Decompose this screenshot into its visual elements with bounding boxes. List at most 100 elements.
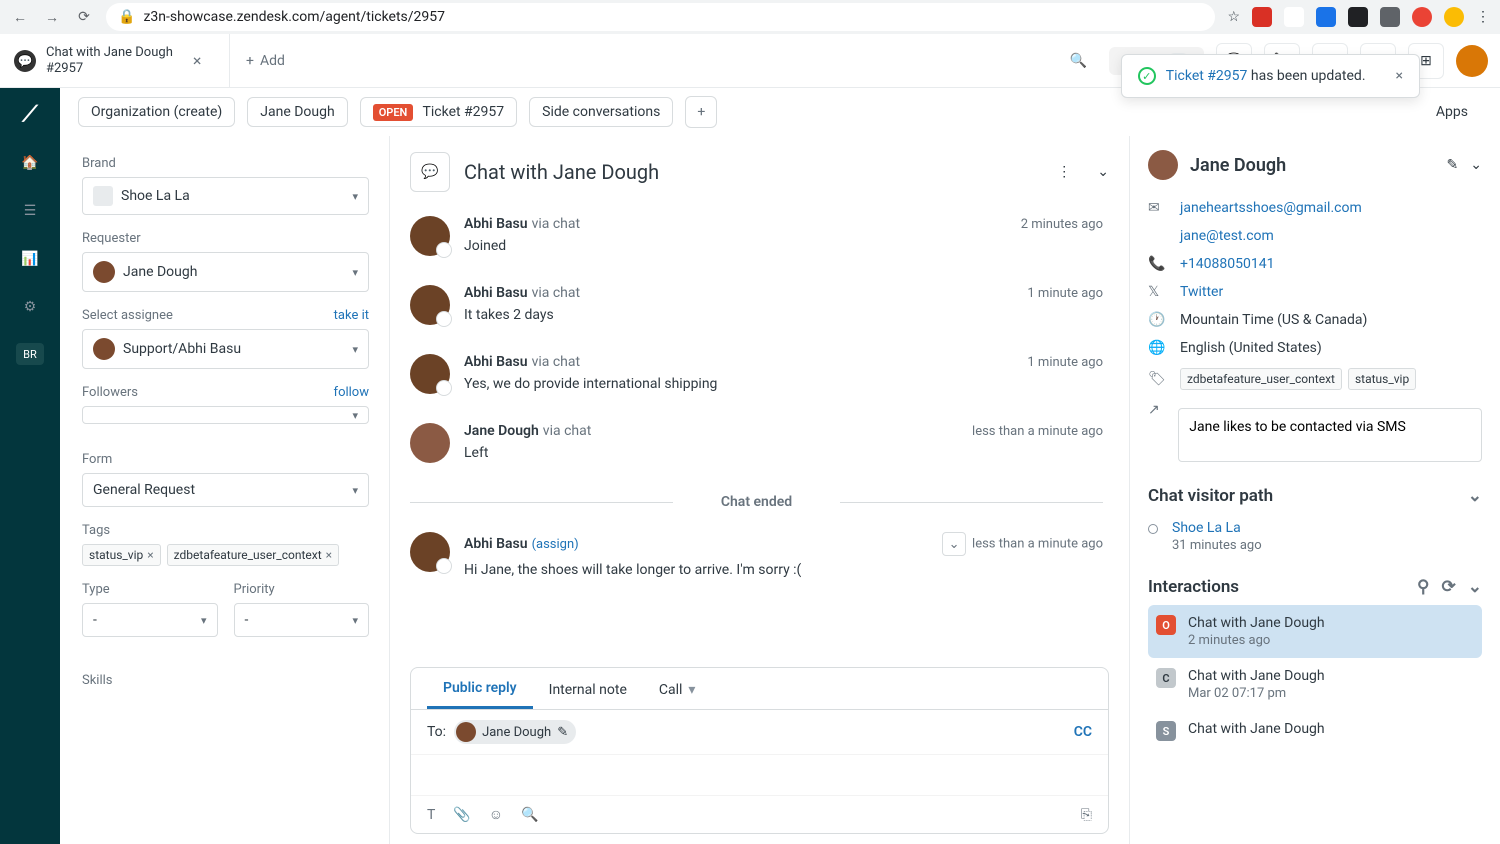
to-field: To: Jane Dough ✎ CC: [411, 710, 1108, 755]
agent-avatar: [410, 216, 450, 256]
assign-link[interactable]: (assign): [532, 537, 579, 552]
tag-item[interactable]: zdbetafeature_user_context×: [167, 544, 339, 566]
message-item: Abhi Basuvia chat1 minute ago Yes, we do…: [410, 344, 1103, 413]
brand-badge[interactable]: BR: [16, 343, 44, 365]
user-notes[interactable]: [1178, 408, 1482, 462]
cc-link[interactable]: CC: [1074, 724, 1092, 740]
phone-icon: 📞: [1148, 256, 1166, 272]
recipient-pill[interactable]: Jane Dough ✎: [454, 720, 576, 744]
views-icon[interactable]: ☰: [18, 199, 42, 223]
forward-button[interactable]: →: [42, 7, 62, 27]
chevron-down-icon: ▾: [688, 682, 695, 698]
user-email-2[interactable]: jane@test.com: [1180, 228, 1274, 244]
edit-user-icon[interactable]: ✎: [1447, 157, 1459, 173]
tab-call[interactable]: Call▾: [643, 668, 712, 709]
collapse-thread-icon[interactable]: ⌄: [1097, 164, 1109, 180]
requester-select[interactable]: Jane Dough: [82, 252, 369, 292]
user-name: Jane Dough: [1190, 155, 1435, 176]
url-text: z3n-showcase.zendesk.com/agent/tickets/2…: [143, 9, 445, 25]
requester-avatar: [410, 423, 450, 463]
search-icon[interactable]: 🔍: [1060, 53, 1097, 69]
apps-toggle[interactable]: Apps: [1422, 98, 1482, 126]
requester-chip[interactable]: Jane Dough: [247, 97, 347, 127]
ext-puzzle-icon[interactable]: [1380, 7, 1400, 27]
form-select[interactable]: General Request: [82, 473, 369, 507]
admin-gear-icon[interactable]: ⚙: [18, 295, 42, 319]
emoji-icon[interactable]: ☺: [489, 806, 503, 823]
url-bar[interactable]: 🔒 z3n-showcase.zendesk.com/agent/tickets…: [106, 3, 1215, 31]
requester-label: Requester: [82, 231, 369, 246]
take-it-link[interactable]: take it: [334, 308, 369, 323]
side-conversations-chip[interactable]: Side conversations: [529, 97, 673, 127]
ext-calendar-icon[interactable]: [1316, 7, 1336, 27]
reporting-icon[interactable]: 📊: [18, 247, 42, 271]
interactions-header: Interactions ⚲ ⟳ ⌄: [1148, 559, 1482, 605]
ext-camera-icon[interactable]: [1348, 7, 1368, 27]
attachment-icon[interactable]: 📎: [453, 807, 470, 823]
remove-tag-icon[interactable]: ×: [326, 548, 332, 562]
interaction-item[interactable]: O Chat with Jane Dough2 minutes ago: [1148, 605, 1482, 658]
tag-item[interactable]: status_vip×: [82, 544, 161, 566]
visitor-path-item[interactable]: Shoe La La 31 minutes ago: [1148, 514, 1482, 559]
user-email[interactable]: janeheartsshoes@gmail.com: [1180, 200, 1362, 216]
follow-link[interactable]: follow: [334, 385, 369, 400]
filter-icon[interactable]: ⚲: [1417, 577, 1429, 597]
remove-tag-icon[interactable]: ×: [147, 548, 153, 562]
close-icon[interactable]: ×: [193, 51, 202, 70]
building-icon: [93, 186, 113, 206]
brand-select[interactable]: Shoe La La: [82, 177, 369, 215]
assignee-avatar: [93, 338, 115, 360]
add-tab-button[interactable]: + Add: [230, 53, 301, 69]
collapse-user-icon[interactable]: ⌄: [1470, 157, 1482, 173]
thread-menu-icon[interactable]: ⋮: [1057, 164, 1071, 180]
tab-title: Chat with Jane Dough: [46, 45, 173, 61]
interaction-item[interactable]: S Chat with Jane Dough: [1148, 711, 1482, 751]
toast-ticket-link[interactable]: Ticket #2957: [1166, 68, 1248, 84]
ext-abp-icon[interactable]: [1252, 7, 1272, 27]
zendesk-logo-icon[interactable]: ⟋: [22, 102, 37, 127]
user-twitter[interactable]: Twitter: [1180, 284, 1223, 300]
chevron-down-icon[interactable]: ⌄: [1468, 486, 1482, 506]
nav-rail: ⟋ 🏠 ☰ 📊 ⚙ BR: [0, 88, 60, 844]
profile-avatar-icon[interactable]: [1444, 7, 1464, 27]
agent-avatar: [410, 354, 450, 394]
brand-label: Brand: [82, 156, 369, 171]
add-side-conversation[interactable]: +: [685, 96, 717, 128]
followers-input[interactable]: [82, 406, 369, 424]
chevron-down-icon[interactable]: ⌄: [1468, 577, 1482, 597]
org-chip[interactable]: Organization (create): [78, 97, 235, 127]
visitor-path-header[interactable]: Chat visitor path ⌄: [1148, 468, 1482, 514]
tab-internal-note[interactable]: Internal note: [533, 668, 643, 709]
search-kb-icon[interactable]: 🔍: [521, 807, 538, 823]
user-phone[interactable]: +14088050141: [1180, 256, 1275, 272]
ext-t-icon[interactable]: [1412, 7, 1432, 27]
reload-button[interactable]: ⟳: [74, 7, 94, 27]
status-badge: OPEN: [373, 104, 414, 121]
type-select[interactable]: -: [82, 603, 218, 637]
user-timezone: Mountain Time (US & Canada): [1180, 312, 1367, 328]
bookmark-icon[interactable]: ☆: [1227, 9, 1240, 25]
extension-tray: ☆ ⋮: [1227, 7, 1490, 27]
ext-wand-icon[interactable]: [1284, 7, 1304, 27]
interaction-item[interactable]: C Chat with Jane DoughMar 02 07:17 pm: [1148, 658, 1482, 711]
refresh-icon[interactable]: ⟳: [1442, 577, 1456, 597]
format-text-icon[interactable]: T: [427, 807, 435, 823]
close-toast-icon[interactable]: ×: [1396, 68, 1403, 84]
reply-input[interactable]: [411, 755, 1108, 795]
active-ticket-tab[interactable]: 💬 Chat with Jane Dough #2957 ×: [0, 34, 230, 87]
tab-public-reply[interactable]: Public reply: [427, 668, 533, 709]
visibility-dropdown-icon[interactable]: ⌄: [942, 532, 966, 556]
macros-icon[interactable]: ⎘: [1081, 807, 1092, 823]
edit-icon[interactable]: ✎: [557, 725, 568, 740]
priority-select[interactable]: -: [234, 603, 370, 637]
to-label: To:: [427, 724, 446, 740]
priority-label: Priority: [234, 582, 370, 597]
current-user-avatar[interactable]: [1456, 45, 1488, 77]
assignee-select[interactable]: Support/Abhi Basu: [82, 329, 369, 369]
twitter-icon: 𝕏: [1148, 284, 1166, 300]
browser-menu-icon[interactable]: ⋮: [1476, 9, 1490, 25]
home-icon[interactable]: 🏠: [18, 151, 42, 175]
ticket-chip[interactable]: OPEN Ticket #2957: [360, 97, 517, 127]
tag-icon: 🏷: [1148, 371, 1166, 387]
back-button[interactable]: ←: [10, 7, 30, 27]
